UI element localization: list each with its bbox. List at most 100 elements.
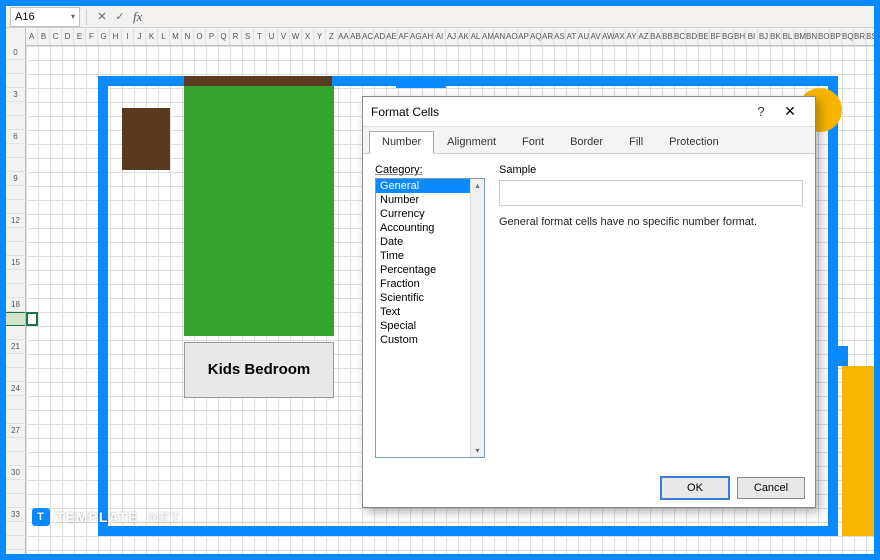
column-header[interactable]: E <box>74 28 86 45</box>
row-header[interactable] <box>6 326 25 340</box>
category-item[interactable]: General <box>376 179 484 193</box>
column-header[interactable]: BK <box>770 28 782 45</box>
column-header[interactable]: AW <box>602 28 614 45</box>
row-header[interactable] <box>6 284 25 298</box>
column-header[interactable]: BJ <box>758 28 770 45</box>
row-header[interactable]: 24 <box>6 382 25 396</box>
row-header[interactable]: 0 <box>6 46 25 60</box>
column-header[interactable]: AI <box>434 28 446 45</box>
row-header[interactable] <box>6 452 25 466</box>
column-header[interactable]: O <box>194 28 206 45</box>
category-item[interactable]: Number <box>376 193 484 207</box>
column-header[interactable]: K <box>146 28 158 45</box>
column-header[interactable]: AL <box>470 28 482 45</box>
name-box[interactable]: A16 ▾ <box>10 7 80 27</box>
column-header[interactable]: AU <box>578 28 590 45</box>
column-header[interactable]: AT <box>566 28 578 45</box>
column-header[interactable]: BM <box>794 28 806 45</box>
column-header[interactable]: AV <box>590 28 602 45</box>
tab-fill[interactable]: Fill <box>616 131 656 153</box>
category-item[interactable]: Percentage <box>376 263 484 277</box>
column-header[interactable]: BH <box>734 28 746 45</box>
row-header[interactable]: 18 <box>6 298 25 312</box>
row-header[interactable]: 33 <box>6 508 25 522</box>
row-header[interactable]: 9 <box>6 172 25 186</box>
column-header[interactable]: D <box>62 28 74 45</box>
dialog-titlebar[interactable]: Format Cells ? ✕ <box>363 97 815 127</box>
column-header[interactable]: BE <box>698 28 710 45</box>
column-header[interactable]: AF <box>398 28 410 45</box>
column-header[interactable]: Z <box>326 28 338 45</box>
column-header[interactable]: BO <box>818 28 830 45</box>
category-item[interactable]: Accounting <box>376 221 484 235</box>
row-header[interactable] <box>6 438 25 452</box>
tab-number[interactable]: Number <box>369 131 434 154</box>
column-header[interactable]: Q <box>218 28 230 45</box>
column-header[interactable]: F <box>86 28 98 45</box>
row-header[interactable] <box>6 270 25 284</box>
row-header[interactable]: 6 <box>6 130 25 144</box>
row-header[interactable] <box>6 396 25 410</box>
column-header[interactable]: AZ <box>638 28 650 45</box>
category-item[interactable]: Text <box>376 305 484 319</box>
column-header[interactable]: BB <box>662 28 674 45</box>
column-header[interactable]: AN <box>494 28 506 45</box>
column-header[interactable]: BN <box>806 28 818 45</box>
column-header[interactable]: BQ <box>842 28 854 45</box>
column-header[interactable]: M <box>170 28 182 45</box>
row-header[interactable] <box>6 116 25 130</box>
row-header[interactable] <box>6 522 25 536</box>
column-header[interactable]: Y <box>314 28 326 45</box>
column-header[interactable]: BS <box>866 28 874 45</box>
column-header[interactable]: AP <box>518 28 530 45</box>
column-header[interactable]: C <box>50 28 62 45</box>
row-header[interactable] <box>6 312 25 326</box>
column-header[interactable]: P <box>206 28 218 45</box>
column-header[interactable]: BR <box>854 28 866 45</box>
row-header[interactable] <box>6 200 25 214</box>
column-header[interactable]: AA <box>338 28 350 45</box>
column-header[interactable]: A <box>26 28 38 45</box>
column-header[interactable]: X <box>302 28 314 45</box>
tab-font[interactable]: Font <box>509 131 557 153</box>
column-header[interactable]: G <box>98 28 110 45</box>
column-header[interactable]: AK <box>458 28 470 45</box>
row-header[interactable] <box>6 158 25 172</box>
row-header[interactable]: 27 <box>6 424 25 438</box>
row-header[interactable]: 21 <box>6 340 25 354</box>
row-header[interactable]: 30 <box>6 466 25 480</box>
column-header[interactable]: AM <box>482 28 494 45</box>
row-header[interactable] <box>6 368 25 382</box>
column-header[interactable]: AC <box>362 28 374 45</box>
row-header[interactable] <box>6 144 25 158</box>
column-header[interactable]: BF <box>710 28 722 45</box>
column-header[interactable]: AJ <box>446 28 458 45</box>
column-header[interactable]: AQ <box>530 28 542 45</box>
category-list[interactable]: GeneralNumberCurrencyAccountingDateTimeP… <box>375 178 485 458</box>
column-header[interactable]: AH <box>422 28 434 45</box>
column-header[interactable]: AG <box>410 28 422 45</box>
row-header[interactable] <box>6 74 25 88</box>
chevron-down-icon[interactable]: ▾ <box>71 12 75 21</box>
close-icon[interactable]: ✕ <box>773 103 807 120</box>
accept-formula-icon[interactable]: ✓ <box>111 8 129 26</box>
cancel-button[interactable]: Cancel <box>737 477 805 499</box>
row-header[interactable] <box>6 60 25 74</box>
category-item[interactable]: Custom <box>376 333 484 347</box>
column-header[interactable]: AS <box>554 28 566 45</box>
row-header[interactable] <box>6 536 25 550</box>
row-header[interactable] <box>6 242 25 256</box>
row-header[interactable] <box>6 102 25 116</box>
row-header[interactable] <box>6 494 25 508</box>
column-header[interactable]: I <box>122 28 134 45</box>
row-header[interactable] <box>6 480 25 494</box>
category-item[interactable]: Date <box>376 235 484 249</box>
room-label-box[interactable]: Kids Bedroom <box>184 342 334 398</box>
cancel-formula-icon[interactable]: ✕ <box>93 8 111 26</box>
select-all-corner[interactable] <box>6 28 26 46</box>
fx-icon[interactable]: fx <box>133 9 142 25</box>
row-header[interactable] <box>6 410 25 424</box>
scroll-down-icon[interactable]: ▾ <box>475 444 479 457</box>
scrollbar[interactable]: ▴ ▾ <box>470 179 484 457</box>
row-header[interactable]: 12 <box>6 214 25 228</box>
